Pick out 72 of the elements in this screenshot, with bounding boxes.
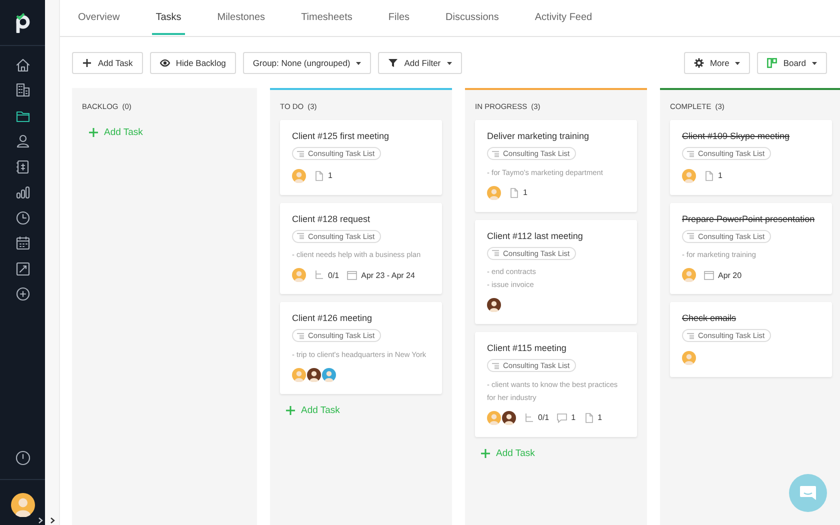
home-icon[interactable] (14, 56, 30, 73)
toolbar-button[interactable]: More (684, 52, 750, 74)
bar-chart-icon[interactable] (14, 184, 30, 200)
plus-icon (481, 448, 490, 458)
meta-count: 1 (571, 413, 576, 422)
plus-circle-icon[interactable] (14, 286, 30, 302)
list-icon (492, 250, 499, 256)
person-icon[interactable] (14, 133, 30, 150)
tab[interactable]: Files (388, 8, 410, 35)
list-icon (687, 233, 694, 239)
file-icon (509, 188, 519, 198)
list-icon (687, 150, 694, 156)
board-icon (767, 58, 778, 68)
list-icon (297, 233, 304, 239)
tab[interactable]: Discussions (446, 8, 499, 35)
list-icon (492, 362, 499, 368)
task-title: Prepare PowerPoint presentation (682, 212, 816, 224)
task-title: Client #109 Skype meeting (682, 130, 791, 142)
task-title: Client #126 meeting (292, 312, 374, 324)
file-icon (584, 412, 594, 422)
caret-icon (356, 62, 362, 64)
comment-icon (557, 412, 568, 422)
list-icon (297, 150, 304, 156)
clock-icon[interactable] (14, 210, 30, 226)
meta-count: 1 (523, 188, 528, 197)
toolbar-button[interactable]: Add Task (72, 52, 143, 74)
list-icon (687, 332, 694, 338)
toolbar-button[interactable]: Hide Backlog (150, 52, 236, 74)
meta-count: 1 (598, 413, 602, 422)
list-icon (492, 150, 499, 156)
ledger-icon[interactable] (14, 158, 30, 175)
task-title: Client #128 request (292, 212, 372, 224)
plus-icon (286, 406, 295, 414)
caret-icon (735, 62, 740, 64)
meta-count: 1 (718, 171, 722, 180)
logo-icon[interactable] (14, 12, 32, 32)
task-title: Client #115 meeting (487, 342, 568, 354)
toolbar-button[interactable]: Group: None (ungrouped) (242, 52, 372, 74)
filter-icon (388, 58, 398, 68)
meta-count: Apr 23 - Apr 24 (361, 270, 415, 280)
settings-icon (694, 58, 704, 68)
meta-count: 0/1 (328, 270, 340, 280)
subtask-icon (314, 270, 324, 280)
task-title: Client #125 first meeting (292, 130, 390, 142)
chat-icon (799, 485, 817, 501)
plus-icon (89, 128, 98, 137)
task-title: Deliver marketing training (487, 130, 590, 142)
calendar-icon (347, 270, 358, 280)
calendar-icon[interactable] (14, 235, 30, 252)
tab[interactable]: Activity Feed (534, 8, 592, 35)
meta-count: 0/1 (538, 413, 550, 422)
task-title: Check emails (682, 312, 738, 324)
list-icon (297, 332, 304, 338)
file-icon (314, 170, 324, 180)
tab[interactable]: Timesheets (301, 8, 352, 35)
task-title: Client #112 last meeting (487, 230, 584, 242)
buildings-icon[interactable] (14, 82, 30, 98)
toolbar-button[interactable]: Board (757, 52, 827, 74)
tab[interactable]: Tasks (152, 8, 186, 35)
tab[interactable]: Overview (78, 8, 120, 35)
tab[interactable]: Milestones (217, 8, 266, 35)
meta-count: Apr 20 (718, 270, 742, 280)
file-icon (704, 170, 714, 180)
caret-icon (812, 62, 817, 64)
plus-icon (82, 58, 92, 68)
calendar-icon (704, 270, 714, 280)
meta-count: 1 (328, 171, 332, 180)
subtask-icon (524, 412, 534, 422)
caret-icon (446, 62, 452, 64)
eye-icon (160, 58, 170, 68)
power-icon[interactable] (14, 450, 30, 466)
toolbar-button[interactable]: Add Filter (378, 52, 462, 74)
